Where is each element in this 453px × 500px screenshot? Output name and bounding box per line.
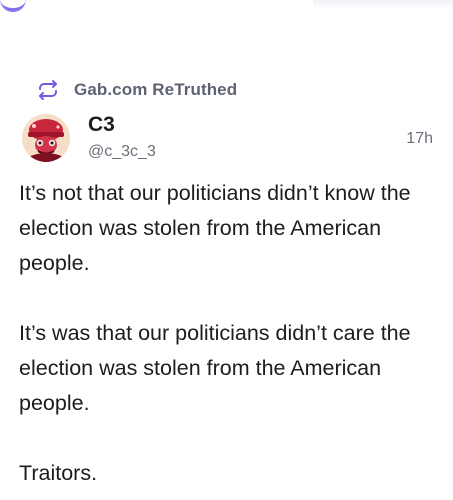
avatar[interactable]: [22, 114, 70, 162]
post-body: It’s not that our politicians didn’t kno…: [19, 176, 439, 491]
retruth-icon: [36, 78, 60, 102]
username-handle[interactable]: @c_3c_3: [88, 143, 156, 161]
retruth-label: Gab.com ReTruthed: [74, 80, 238, 99]
retruth-indicator[interactable]: Gab.com ReTruthed: [36, 78, 237, 102]
post-paragraph: It’s not that our politicians didn’t kno…: [19, 181, 411, 275]
post-paragraph: It’s was that our politicians didn’t car…: [19, 321, 411, 415]
post-paragraph: Traitors.: [19, 461, 98, 485]
display-name[interactable]: C3: [88, 113, 115, 137]
post-timestamp[interactable]: 17h: [406, 130, 433, 148]
post-card: Gab.com ReTruthed C3 @c_3c_3 17h It’s no…: [0, 0, 453, 500]
